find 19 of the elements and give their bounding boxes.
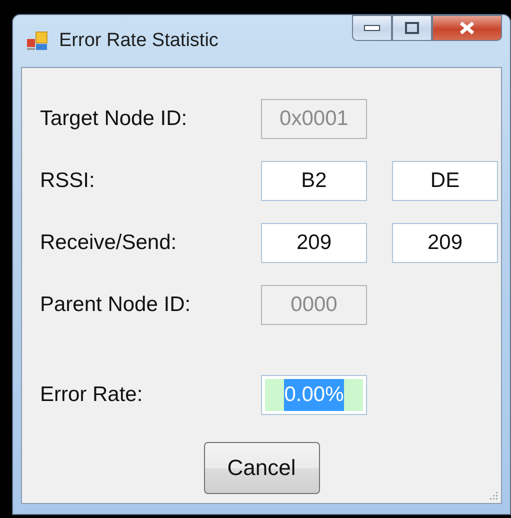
field-label: Parent Node ID: <box>40 293 192 317</box>
maximize-button[interactable] <box>392 15 432 41</box>
cancel-button[interactable]: Cancel <box>204 442 320 494</box>
close-icon <box>459 21 475 35</box>
minimize-icon <box>364 25 380 31</box>
text-field[interactable]: DE <box>392 161 498 201</box>
close-button[interactable] <box>432 15 502 41</box>
field-label: Receive/Send: <box>40 231 178 255</box>
app-icon <box>27 31 49 51</box>
field-label: Target Node ID: <box>40 107 188 131</box>
minimize-button[interactable] <box>352 15 392 41</box>
maximize-icon <box>405 22 419 34</box>
field-label: RSSI: <box>40 169 96 193</box>
text-field[interactable]: 209 <box>392 223 498 263</box>
text-field[interactable]: B2 <box>261 161 367 201</box>
field-label: Error Rate: <box>40 383 144 407</box>
window-title: Error Rate Statistic <box>59 30 218 52</box>
text-field[interactable]: 209 <box>261 223 367 263</box>
resize-grip-icon[interactable] <box>488 490 498 500</box>
